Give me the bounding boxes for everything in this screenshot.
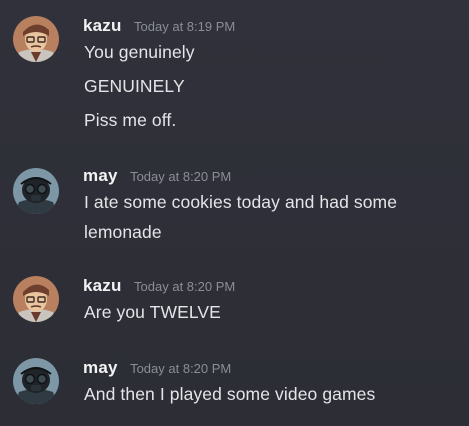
- message-author[interactable]: may: [83, 166, 118, 185]
- message-text: And then I played some video games: [84, 384, 376, 404]
- message-author[interactable]: kazu: [83, 16, 122, 35]
- kazu-avatar[interactable]: [13, 276, 59, 322]
- message-text: Piss me off.: [84, 110, 177, 130]
- message-timestamp: Today at 8:20 PM: [130, 361, 232, 376]
- message-text: GENUINELY: [84, 76, 185, 96]
- message-author[interactable]: kazu: [83, 276, 122, 295]
- may-avatar[interactable]: [13, 168, 59, 214]
- message-timestamp: Today at 8:20 PM: [134, 279, 236, 294]
- message-author[interactable]: may: [83, 358, 118, 377]
- kazu-avatar[interactable]: [13, 16, 59, 62]
- message-text: Are you TWELVE: [84, 302, 221, 322]
- message-text: You genuinely: [84, 42, 195, 62]
- message-text: I ate some cookies today and had some: [84, 192, 398, 212]
- may-avatar[interactable]: [13, 358, 59, 404]
- chat-message-list: kazu Today at 8:19 PM You genuinely GENU…: [0, 0, 469, 426]
- message-timestamp: Today at 8:19 PM: [134, 19, 236, 34]
- message-text: lemonade: [84, 222, 162, 242]
- message-timestamp: Today at 8:20 PM: [130, 169, 232, 184]
